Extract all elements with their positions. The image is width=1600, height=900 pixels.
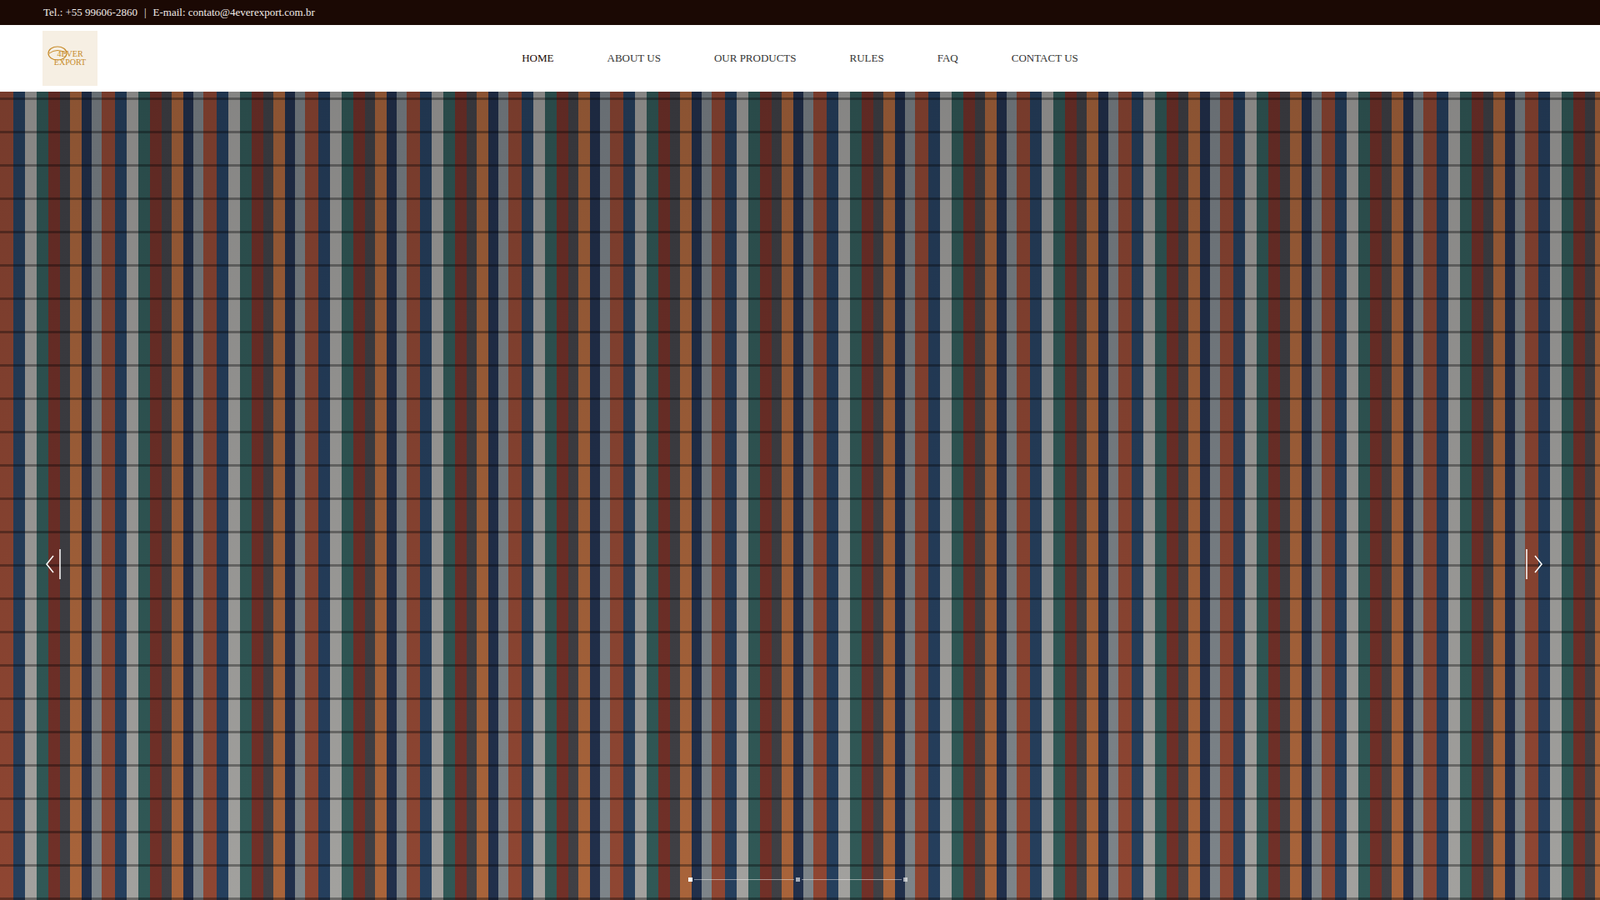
- nav-item[interactable]: CONTACT US: [985, 46, 1105, 70]
- nav-item[interactable]: HOME: [495, 46, 580, 70]
- slider-dots: [688, 877, 908, 882]
- nav-item[interactable]: OUR PRODUCTS: [687, 46, 824, 70]
- slider-line: [801, 879, 902, 880]
- header: 4EVEREXPORTHOMEABOUT USOUR PRODUCTSRULES…: [0, 25, 1600, 92]
- slider-dot[interactable]: [795, 877, 800, 882]
- hero-image: [0, 91, 1600, 900]
- separator: |: [144, 5, 147, 20]
- nav-item[interactable]: RULES: [823, 46, 911, 70]
- nav-item[interactable]: ABOUT US: [580, 46, 688, 70]
- logo-line1: 4EVER: [56, 50, 83, 59]
- slider-dot[interactable]: [903, 877, 908, 882]
- nav-item[interactable]: FAQ: [910, 46, 985, 70]
- next-button[interactable]: [1521, 545, 1547, 583]
- chevron-left-icon: [41, 545, 67, 583]
- page: Tel.: +55 99606-2860 | E-mail: contato@4ev…: [0, 0, 1600, 900]
- email[interactable]: E-mail: contato@4everexport.com.br: [153, 5, 315, 20]
- logo-line2: EXPORT: [54, 58, 86, 67]
- logo[interactable]: 4EVEREXPORT: [42, 30, 98, 86]
- slider-dot[interactable]: [688, 877, 693, 882]
- top-bar: Tel.: +55 99606-2860 | E-mail: contato@4ev…: [0, 0, 1600, 25]
- prev-button[interactable]: [41, 545, 67, 583]
- slider-line: [694, 879, 795, 880]
- phone[interactable]: Tel.: +55 99606-2860: [43, 5, 138, 20]
- chevron-right-icon: [1521, 545, 1547, 583]
- nav: HOMEABOUT USOUR PRODUCTSRULESFAQCONTACT …: [97, 46, 1503, 70]
